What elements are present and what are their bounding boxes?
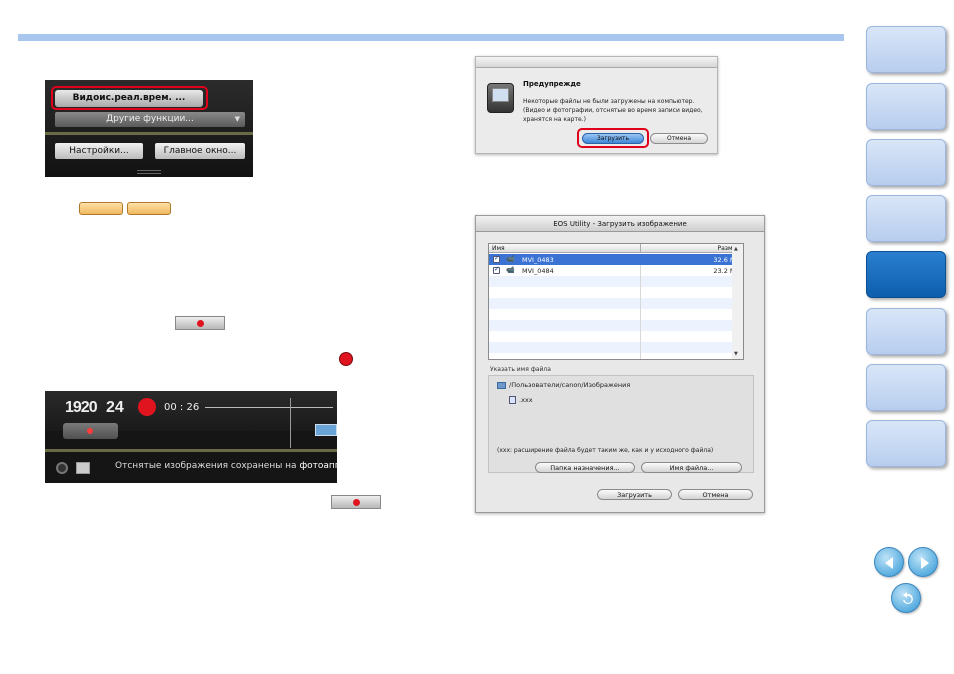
return-button[interactable] <box>891 583 921 613</box>
movie-icon: 📹 <box>506 255 515 263</box>
empty-row <box>489 331 743 342</box>
eos-utility-app-icon <box>487 83 514 113</box>
record-button[interactable] <box>175 316 225 330</box>
elapsed-time: 00 : 26 <box>164 402 200 413</box>
filename-pattern: .xxx <box>519 396 533 404</box>
dialog-title: Предупрежде <box>523 80 581 88</box>
save-status: Отснятые изображения сохранены на фотоап… <box>115 461 366 471</box>
record-dot-icon <box>353 499 360 506</box>
view-icon[interactable] <box>315 424 337 436</box>
prev-page-button[interactable] <box>874 547 904 577</box>
divider <box>45 132 253 135</box>
recording-indicator-icon <box>339 352 353 366</box>
leader-line <box>205 407 333 408</box>
scroll-up-icon[interactable]: ▲ <box>734 246 738 252</box>
download-button[interactable]: Загрузить <box>597 489 672 500</box>
file-icon <box>509 396 516 404</box>
side-tab-7[interactable] <box>866 364 946 411</box>
camera-model-tag-2 <box>127 202 171 215</box>
file-list-header: Имя Размер <box>489 244 743 253</box>
lens-icon <box>56 462 68 474</box>
cancel-button[interactable]: Отмена <box>678 489 753 500</box>
file-list[interactable]: Имя Размер 📹 MVI_0483 32.6 MB 📹 MVI_0484… <box>488 243 744 360</box>
destination-folder-button[interactable]: Папка назначения... <box>535 462 635 473</box>
highlight-frame <box>577 128 649 148</box>
side-tab-6[interactable] <box>866 308 946 355</box>
dialog-title: EOS Utility - Загрузить изображение <box>476 216 764 232</box>
movie-resolution: 1920 <box>65 399 98 416</box>
arrow-left-icon <box>885 557 893 569</box>
column-name[interactable]: Имя <box>492 245 505 252</box>
warning-dialog: Предупрежде Некоторые файлы не были загр… <box>475 56 718 154</box>
side-tab-3[interactable] <box>866 139 946 186</box>
next-page-button[interactable] <box>908 547 938 577</box>
scroll-down-icon[interactable]: ▼ <box>734 351 738 357</box>
dialog-message: Некоторые файлы не были загружены на ком… <box>523 98 703 123</box>
file-row[interactable]: 📹 MVI_0484 23.2 MB <box>489 265 743 276</box>
divider <box>45 449 337 452</box>
side-tab-5-active[interactable] <box>866 251 946 298</box>
side-tab-4[interactable] <box>866 195 946 242</box>
return-icon <box>903 592 913 604</box>
filename-section: /Пользователи/canon/Изображения .xxx (xx… <box>488 375 754 473</box>
other-functions-dropdown[interactable]: Другие функции... ▼ <box>55 112 245 127</box>
empty-row <box>489 287 743 298</box>
recording-dot-icon <box>138 398 156 416</box>
empty-row <box>489 309 743 320</box>
empty-row <box>489 320 743 331</box>
side-tab-1[interactable] <box>866 26 946 73</box>
file-row[interactable]: 📹 MVI_0483 32.6 MB <box>489 254 743 265</box>
page-header-bar <box>18 34 844 41</box>
other-functions-label: Другие функции... <box>106 114 194 124</box>
empty-row <box>489 276 743 287</box>
file-checkbox[interactable] <box>493 265 500 274</box>
file-name: MVI_0483 <box>522 256 554 264</box>
arrow-right-icon <box>921 557 929 569</box>
record-dot-icon <box>87 428 93 434</box>
chevron-down-icon: ▼ <box>234 115 240 123</box>
extension-note: (xxx: расширение файла будет таким же, к… <box>497 447 714 454</box>
empty-row <box>489 298 743 309</box>
frame-rate: 24 <box>106 399 124 416</box>
filename-section-label: Указать имя файла <box>490 366 551 373</box>
filename-button[interactable]: Имя файла... <box>641 462 742 473</box>
movie-icon: 📹 <box>506 266 515 274</box>
side-tab-2[interactable] <box>866 83 946 130</box>
cancel-button[interactable]: Отмена <box>650 133 708 144</box>
scrollbar[interactable]: ▲ ▼ <box>732 243 744 360</box>
file-checkbox[interactable] <box>493 254 500 263</box>
record-dot-icon <box>197 320 204 327</box>
highlight-frame <box>51 86 208 110</box>
main-window-button[interactable]: Главное окно... <box>155 143 245 159</box>
record-button-2[interactable] <box>331 495 381 509</box>
side-tab-8[interactable] <box>866 420 946 467</box>
download-image-dialog: EOS Utility - Загрузить изображение Имя … <box>475 215 765 513</box>
empty-row <box>489 353 743 359</box>
dialog-titlebar <box>476 57 717 68</box>
camera-model-tag-1 <box>79 202 123 215</box>
resize-grip[interactable] <box>137 170 161 174</box>
stop-record-button[interactable] <box>63 423 118 439</box>
settings-button[interactable]: Настройки... <box>55 143 143 159</box>
status-target: фотоаппарат. <box>299 461 366 471</box>
empty-row <box>489 342 743 353</box>
camera-save-icon <box>76 462 90 474</box>
folder-icon <box>497 382 506 389</box>
leader-line-vertical <box>290 398 291 448</box>
recording-panel: 1920 24 00 : 26 Отснятые изображения сох… <box>45 391 366 483</box>
eos-utility-main-panel: Видоис.реал.врем. ... Другие функции... … <box>45 80 253 177</box>
status-text: Отснятые изображения сохранены на <box>115 461 297 471</box>
destination-path: /Пользователи/canon/Изображения <box>509 381 631 389</box>
file-name: MVI_0484 <box>522 267 554 275</box>
